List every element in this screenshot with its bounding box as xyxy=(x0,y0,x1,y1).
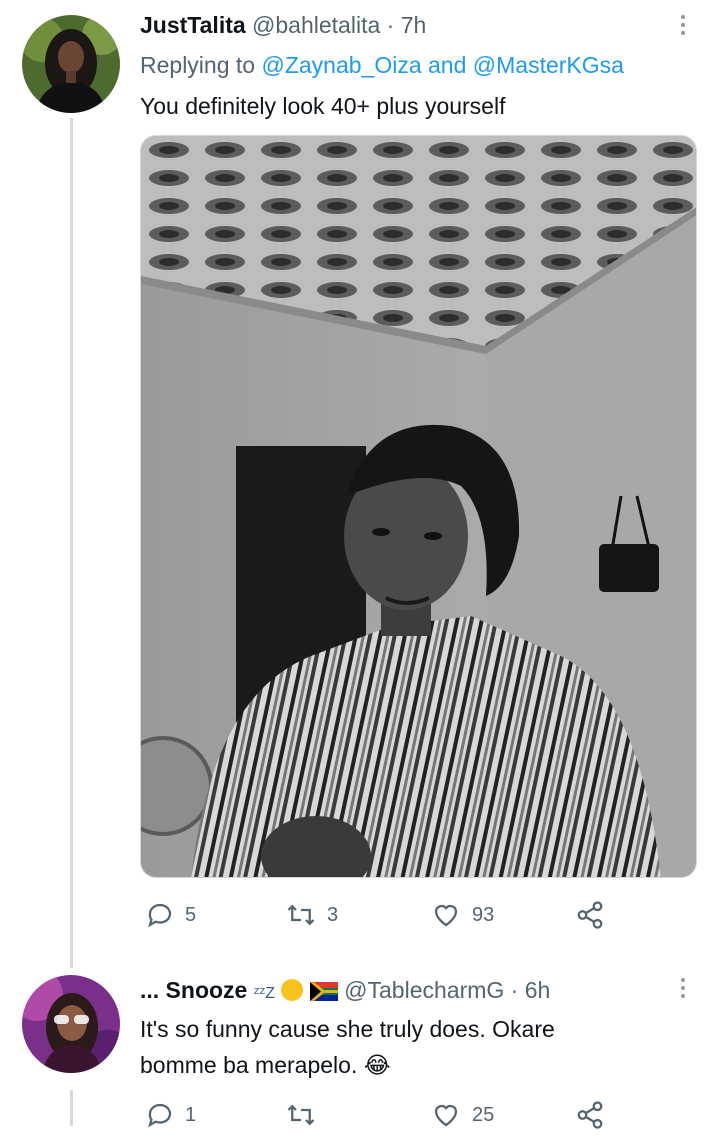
like-count: 93 xyxy=(472,903,495,926)
replying-prefix: Replying to xyxy=(140,52,256,78)
timestamp[interactable]: · 6h xyxy=(511,977,551,1003)
display-name[interactable]: JustTalita xyxy=(140,12,246,38)
more-icon[interactable] xyxy=(680,978,686,1002)
reply-count: 5 xyxy=(185,903,197,926)
timestamp[interactable]: · 7h xyxy=(387,12,427,38)
tweet-actions: 5 3 93 xyxy=(140,896,700,936)
mention-link[interactable]: @MasterKGsa xyxy=(473,52,624,78)
avatar-justtalita[interactable] xyxy=(22,15,120,113)
replying-and: and xyxy=(428,52,467,78)
avatar-snooze[interactable] xyxy=(22,975,120,1073)
reply-button[interactable]: 5 xyxy=(145,900,196,930)
user-handle[interactable]: @bahletalita xyxy=(252,12,380,38)
tweet-text-line-2: bomme ba merapelo. 😂 xyxy=(140,1048,391,1082)
south-africa-flag-icon xyxy=(309,980,338,1001)
more-icon[interactable] xyxy=(680,15,686,39)
reply-count: 1 xyxy=(185,1103,197,1126)
name-emoji: ᶻᶻZ xyxy=(253,985,275,1002)
like-count: 25 xyxy=(472,1103,495,1126)
user-handle[interactable]: @TablecharmG xyxy=(344,977,504,1003)
share-icon xyxy=(577,901,603,929)
like-button[interactable]: 93 xyxy=(430,900,494,930)
tweet-text-line-2-content: bomme ba merapelo. xyxy=(140,1052,358,1078)
thread-connector-line-lower xyxy=(70,1090,73,1126)
thread-connector-line xyxy=(70,118,73,968)
retweet-button[interactable]: 3 xyxy=(285,900,338,930)
tweet-actions: 1 25 xyxy=(140,1098,700,1138)
share-button[interactable] xyxy=(575,900,605,930)
tears-of-joy-emoji: 😂 xyxy=(363,1052,391,1078)
mention-link[interactable]: @Zaynab_Oiza xyxy=(261,52,421,78)
replying-to: Replying to @Zaynab_Oiza and @MasterKGsa xyxy=(140,52,624,79)
tweet-header: ... Snooze ᶻᶻZ @TablecharmG · 6h xyxy=(140,977,550,1004)
reply-icon xyxy=(148,903,172,928)
tweet-photo[interactable] xyxy=(140,135,697,878)
tweet-text: You definitely look 40+ plus yourself xyxy=(140,93,506,119)
tweet-header: JustTalita @bahletalita · 7h xyxy=(140,12,426,39)
retweet-count: 3 xyxy=(327,903,339,926)
like-icon xyxy=(434,904,458,927)
retweet-icon xyxy=(287,904,315,926)
sleeping-face-icon xyxy=(281,979,304,1001)
display-name[interactable]: ... Snooze xyxy=(140,977,247,1003)
tweet-text-line-1: It's so funny cause she truly does. Okar… xyxy=(140,1016,555,1042)
